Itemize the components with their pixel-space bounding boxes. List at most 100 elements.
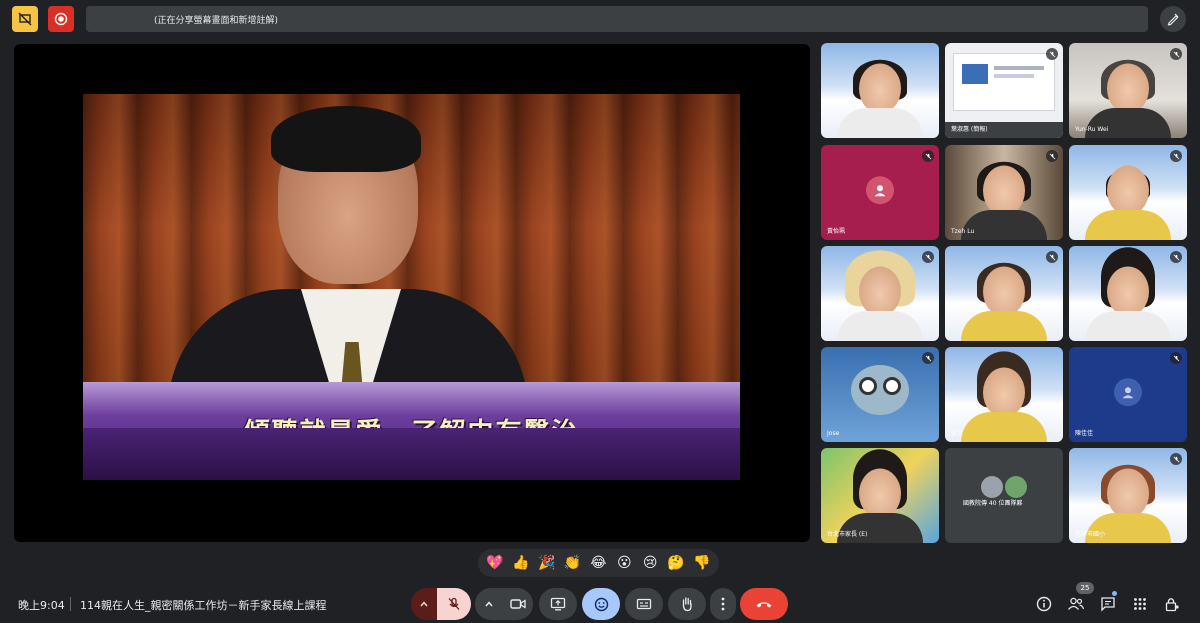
group-avatar (1005, 476, 1027, 498)
participant-face (859, 266, 901, 316)
mic-muted-icon (1170, 48, 1182, 60)
participant-body (961, 311, 1047, 341)
participant-tile-10[interactable]: Jose (821, 347, 939, 442)
participant-tile-4[interactable]: 黃怡珮 (821, 145, 939, 240)
shared-screen-preview (953, 53, 1055, 111)
participant-tile-13[interactable]: 台北市家長 (E) (821, 448, 939, 543)
participant-name: Yun-Ru Wei (1075, 126, 1109, 133)
participant-tile-2[interactable]: 葉淑惠 (簡報) (945, 43, 1063, 138)
reaction-sad[interactable]: 😢 (639, 552, 661, 574)
reaction-clap[interactable]: 👏 (562, 552, 584, 574)
participant-name: Tzeh Lu (951, 228, 975, 235)
people-icon (1068, 597, 1085, 610)
camera-options-button[interactable] (475, 588, 503, 620)
participant-tile-5[interactable]: Tzeh Lu (945, 145, 1063, 240)
activities-button[interactable] (1128, 592, 1152, 616)
reaction-thumbs-up[interactable]: 👍 (510, 552, 532, 574)
recording-icon[interactable] (48, 6, 74, 32)
participant-face (1107, 165, 1149, 215)
emoji-reactions-button[interactable] (582, 588, 620, 620)
robot-avatar-eye (883, 377, 901, 395)
screen-text-line (994, 74, 1034, 78)
participant-body (1085, 513, 1171, 543)
participant-face (1107, 468, 1149, 518)
participant-tile-9[interactable] (1069, 246, 1187, 341)
participant-name: 黃怡珮 (827, 228, 846, 235)
shared-video: 傾聽就是愛，了解中有醫治 (83, 94, 740, 428)
participant-face (983, 266, 1025, 316)
screen-share-banner: (正在分享螢幕畫面和新增註解) (86, 6, 1148, 32)
meeting-title: 114親在人生_親密關係工作坊－新手家長線上課程 (80, 599, 327, 612)
participant-face (1107, 63, 1149, 113)
screen-text-line (994, 66, 1044, 70)
mic-muted-icon (1170, 150, 1182, 162)
present-screen-button[interactable] (539, 588, 577, 620)
meeting-details-button[interactable] (1032, 592, 1056, 616)
host-controls-button[interactable] (1160, 592, 1184, 616)
leave-call-button[interactable] (740, 588, 788, 620)
participant-tile-15[interactable]: 北市市國小 (1069, 448, 1187, 543)
speaker-hair (271, 106, 421, 172)
raise-hand-button[interactable] (668, 588, 706, 620)
reaction-thinking[interactable]: 🤔 (665, 552, 687, 574)
participant-body (961, 412, 1047, 442)
reaction-heart[interactable]: 💖 (484, 552, 506, 574)
smiley-icon (594, 597, 608, 611)
camera-toggle-button[interactable] (503, 588, 533, 620)
reaction-thumbs-down[interactable]: 👎 (691, 552, 713, 574)
participant-face (983, 367, 1025, 417)
info-icon (1036, 596, 1052, 612)
captions-button[interactable] (625, 588, 663, 620)
screen-thumbnail (962, 64, 988, 84)
participant-body (837, 108, 923, 138)
reaction-surprised[interactable]: 😮 (613, 552, 635, 574)
participant-face (1107, 266, 1149, 316)
mic-muted-icon (1046, 48, 1058, 60)
participant-face (983, 165, 1025, 215)
mic-muted-icon (1170, 251, 1182, 263)
chat-icon (1101, 597, 1115, 612)
annotate-pen-icon[interactable] (1160, 6, 1186, 32)
participant-tile-14[interactable]: 國教院傳 40 位團隊夥 (945, 448, 1063, 543)
participant-tile-1[interactable] (821, 43, 939, 138)
participant-tile-11[interactable]: 徐文 (945, 347, 1063, 442)
participant-tile-6[interactable] (1069, 145, 1187, 240)
video-bottom-band (83, 428, 740, 480)
mic-muted-icon (1170, 453, 1182, 465)
participant-avatar (1114, 377, 1142, 406)
participant-body (1085, 311, 1171, 341)
share-banner-text: (正在分享螢幕畫面和新增註解) (154, 15, 279, 26)
participant-name: 葉淑惠 (簡報) (951, 126, 988, 133)
more-options-button[interactable] (710, 588, 736, 620)
mic-muted-icon (922, 150, 934, 162)
reaction-party[interactable]: 🎉 (536, 552, 558, 574)
presentation-stage[interactable]: 傾聽就是愛，了解中有醫治 (14, 44, 810, 542)
participant-body (837, 311, 923, 341)
lock-person-icon (1165, 598, 1179, 612)
participant-name: Jose (827, 430, 840, 437)
mic-options-button[interactable] (411, 588, 437, 620)
presentation-off-icon[interactable] (12, 6, 38, 32)
top-bar: (正在分享螢幕畫面和新增註解) (0, 0, 1200, 40)
participant-body (961, 210, 1047, 240)
participant-name: 徐文 (951, 430, 964, 437)
participant-tile-7[interactable] (821, 246, 939, 341)
participant-tile-3[interactable]: Yun-Ru Wei (1069, 43, 1187, 138)
participant-name: 北市市國小 (1075, 531, 1106, 538)
more-vert-icon (721, 597, 725, 611)
reaction-laugh[interactable]: 😂 (587, 552, 609, 574)
participant-tile-8[interactable] (945, 246, 1063, 341)
participant-name: 陳佳佳 (1075, 430, 1094, 437)
robot-avatar-eye (859, 377, 877, 395)
people-button[interactable] (1064, 592, 1088, 616)
participant-name: 國教院傳 40 位團隊夥 (963, 500, 1023, 507)
toolbar-divider (70, 597, 71, 611)
mic-toggle-button[interactable] (437, 588, 471, 620)
apps-grid-icon (1134, 598, 1146, 610)
mic-muted-icon (1046, 251, 1058, 263)
chat-button[interactable] (1096, 592, 1120, 616)
participant-name: 台北市家長 (E) (827, 531, 868, 538)
bottom-toolbar: 晚上9:04 114親在人生_親密關係工作坊－新手家長線上課程 25 (0, 582, 1200, 623)
participant-tile-12[interactable]: 陳佳佳 (1069, 347, 1187, 442)
participant-body (837, 513, 923, 543)
